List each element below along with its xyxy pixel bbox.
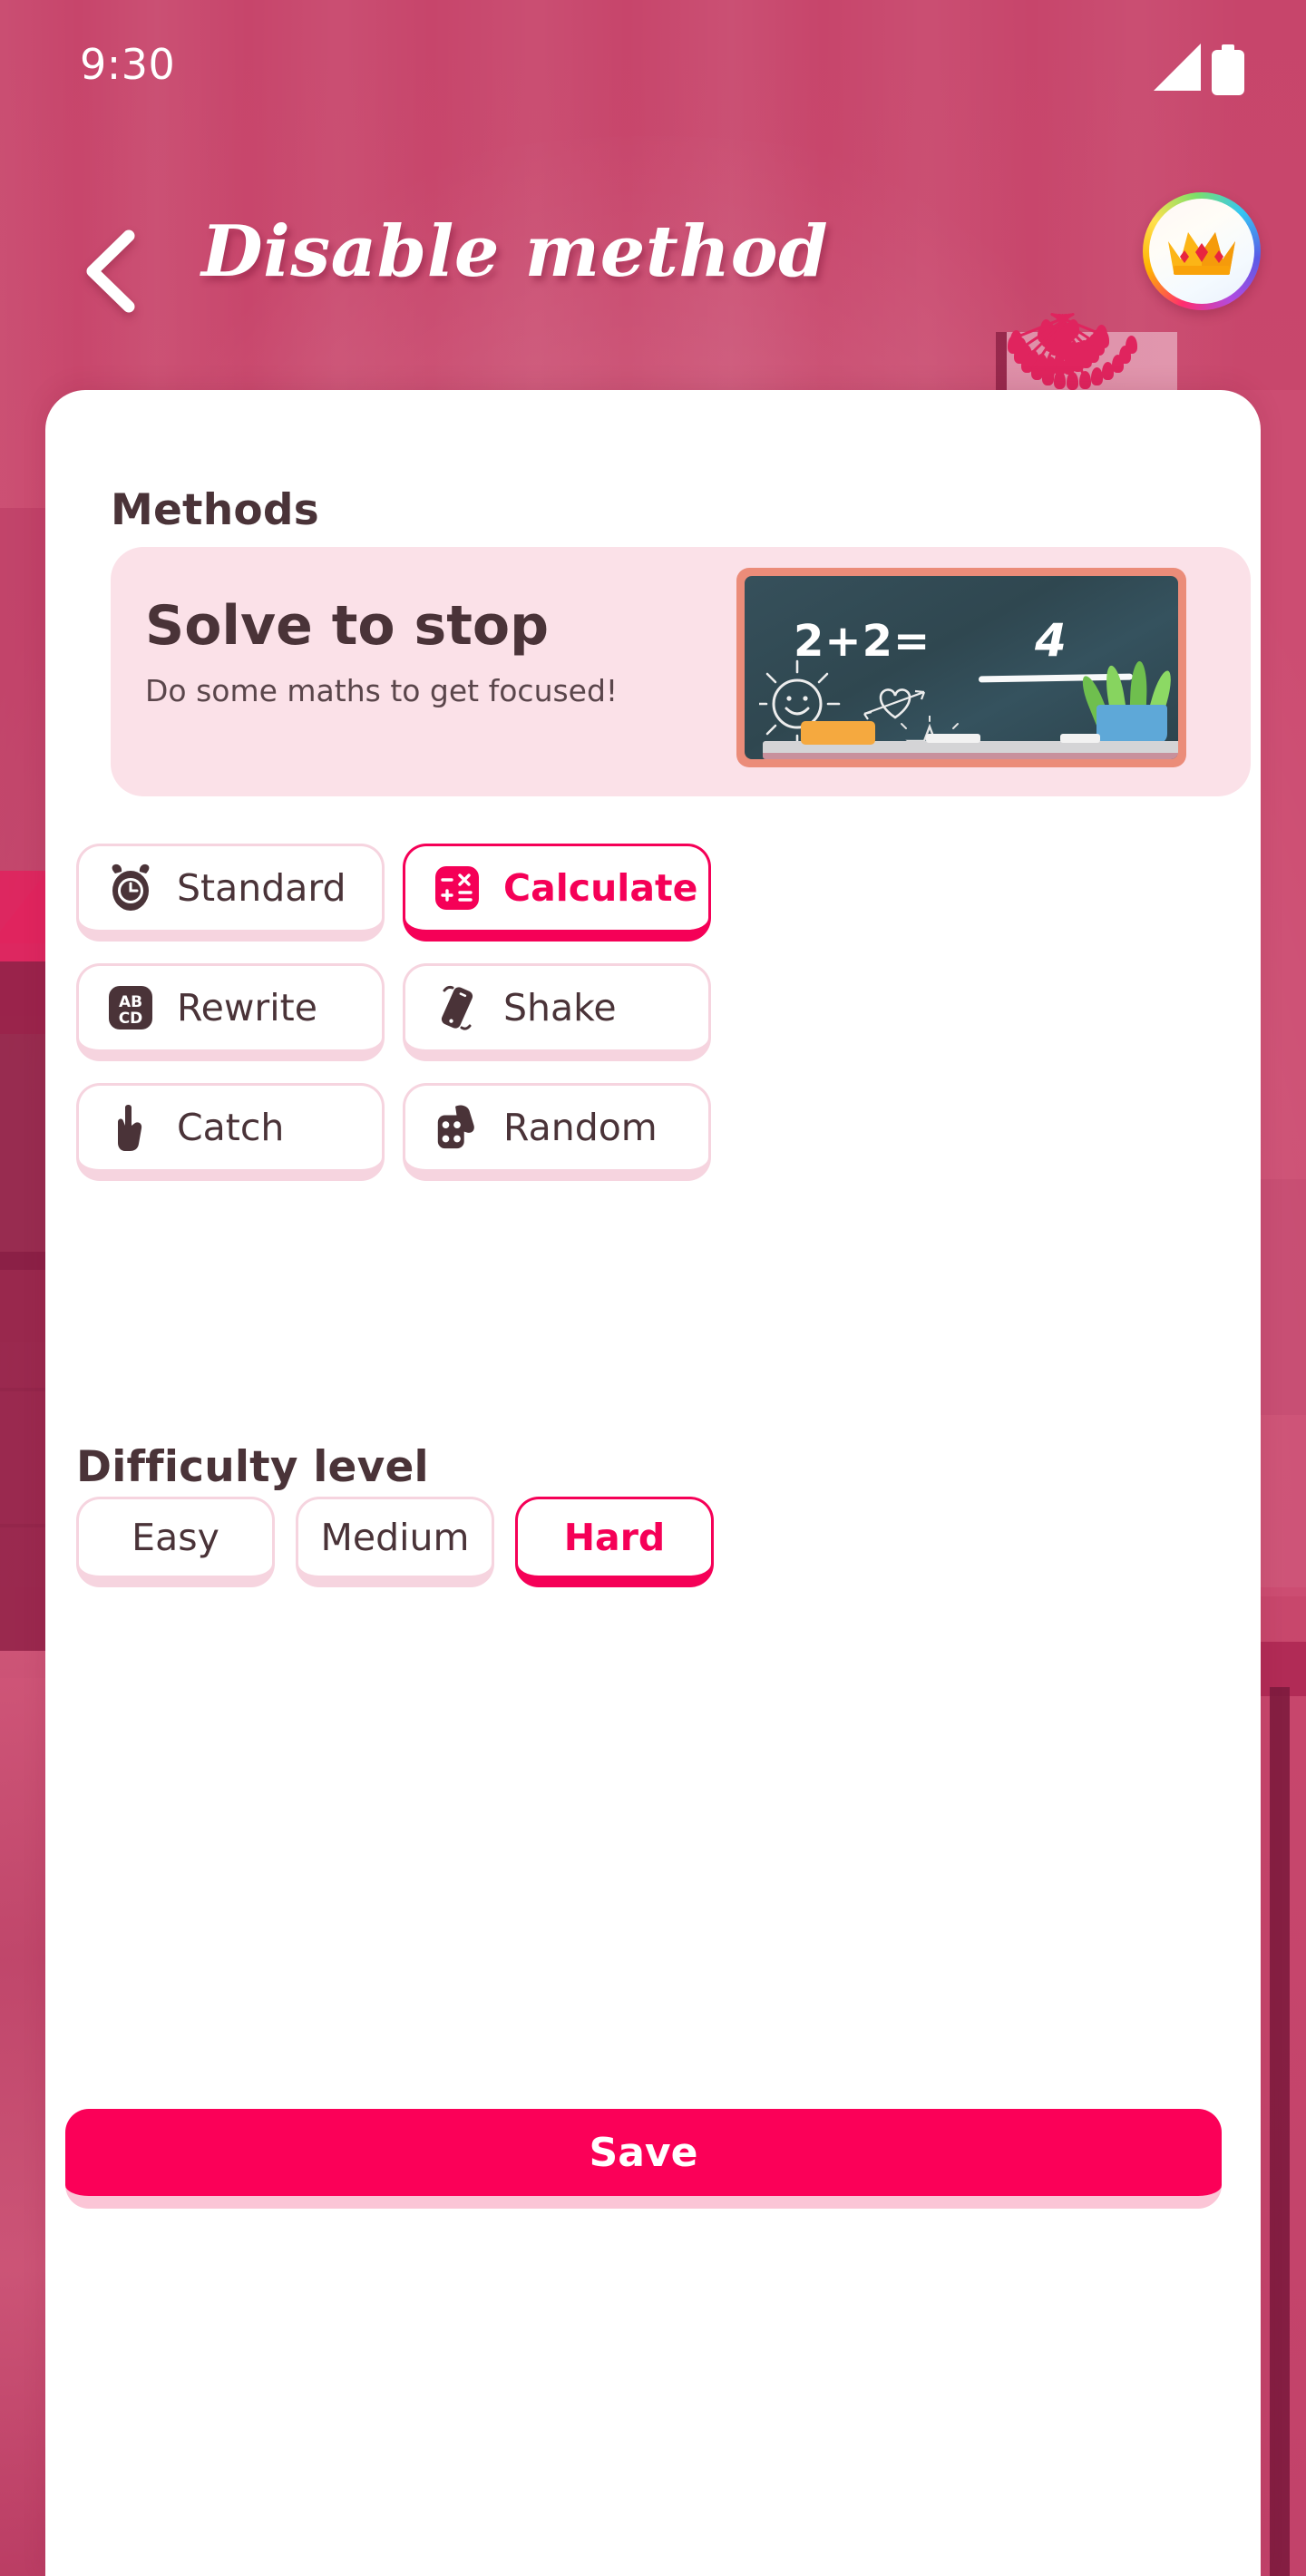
chalk-stick <box>1060 734 1100 743</box>
method-button-shake[interactable]: Shake <box>403 963 711 1061</box>
method-label: Catch <box>177 1106 285 1149</box>
signal-icon <box>1150 44 1201 95</box>
method-label: Random <box>503 1106 658 1149</box>
difficulty-button-medium[interactable]: Medium <box>296 1497 494 1587</box>
promo-subtitle: Do some maths to get focused! <box>145 673 619 708</box>
eraser <box>801 721 875 745</box>
svg-text:AB: AB <box>119 993 142 1011</box>
status-bar-clock: 9:30 <box>80 40 176 89</box>
methods-row: Catch Random <box>76 1083 1255 1181</box>
method-button-random[interactable]: Random <box>403 1083 711 1181</box>
app-bar: Disable method <box>0 192 1306 336</box>
page-title: Disable method <box>201 210 829 293</box>
chalkboard-frame: 2+2= 4 <box>736 568 1186 767</box>
shake-phone-icon <box>433 982 482 1033</box>
plant-pot <box>1096 705 1167 745</box>
plant-leaf <box>1067 372 1078 391</box>
promo-banner: Solve to stop Do some maths to get focus… <box>111 547 1251 796</box>
method-label: Calculate <box>503 866 698 910</box>
chalkboard-surface: 2+2= 4 <box>745 576 1178 759</box>
promo-title: Solve to stop <box>145 594 550 658</box>
method-button-calculate[interactable]: Calculate <box>403 844 711 942</box>
difficulty-label: Easy <box>132 1516 219 1559</box>
difficulty-label: Medium <box>320 1516 470 1559</box>
method-label: Shake <box>503 986 617 1029</box>
chalkboard-answer: 4 <box>1035 614 1067 667</box>
status-bar-icons <box>1150 44 1244 95</box>
background-strip-left <box>0 1651 45 2576</box>
plant-leaf <box>1078 371 1091 390</box>
plant-leaf <box>1090 367 1103 386</box>
svg-text:CD: CD <box>119 1010 143 1028</box>
back-button[interactable] <box>69 221 156 321</box>
method-button-catch[interactable]: Catch <box>76 1083 385 1181</box>
difficulty-button-easy[interactable]: Easy <box>76 1497 275 1587</box>
method-button-standard[interactable]: Standard <box>76 844 385 942</box>
methods-grid: Standard Calculate AB CD Rewrite Shake C… <box>76 844 1255 1203</box>
method-label: Standard <box>177 866 346 910</box>
chalkboard-illustration: 2+2= 4 <box>698 557 1243 796</box>
chalkboard-shelf-edge <box>763 753 1178 759</box>
abcd-keyboard-icon: AB CD <box>106 982 155 1033</box>
methods-row: AB CD Rewrite Shake <box>76 963 1255 1061</box>
difficulty-options: Easy Medium Hard <box>76 1497 714 1587</box>
chalk-stick <box>926 734 980 743</box>
status-bar: 9:30 <box>0 0 1306 136</box>
alarm-clock-icon <box>106 863 155 913</box>
method-button-rewrite[interactable]: AB CD Rewrite <box>76 963 385 1061</box>
calculator-icon <box>433 863 482 913</box>
background-table-leg <box>1270 1687 1290 2576</box>
pointing-hand-icon <box>106 1102 155 1153</box>
difficulty-button-hard[interactable]: Hard <box>515 1497 714 1587</box>
difficulty-heading: Difficulty level <box>76 1442 429 1492</box>
settings-sheet: Methods Solve to stop Do some maths to g… <box>45 390 1261 2576</box>
premium-badge-button[interactable] <box>1143 192 1261 310</box>
plant-leaf <box>1125 336 1137 355</box>
difficulty-label: Hard <box>563 1516 666 1559</box>
crown-icon <box>1149 199 1254 304</box>
save-button[interactable]: Save <box>65 2109 1222 2209</box>
dice-icon <box>433 1102 482 1153</box>
methods-row: Standard Calculate <box>76 844 1255 942</box>
battery-icon <box>1212 44 1244 95</box>
promo-text-block: Solve to stop Do some maths to get focus… <box>145 598 689 711</box>
method-label: Rewrite <box>177 986 317 1029</box>
methods-heading: Methods <box>111 485 319 535</box>
